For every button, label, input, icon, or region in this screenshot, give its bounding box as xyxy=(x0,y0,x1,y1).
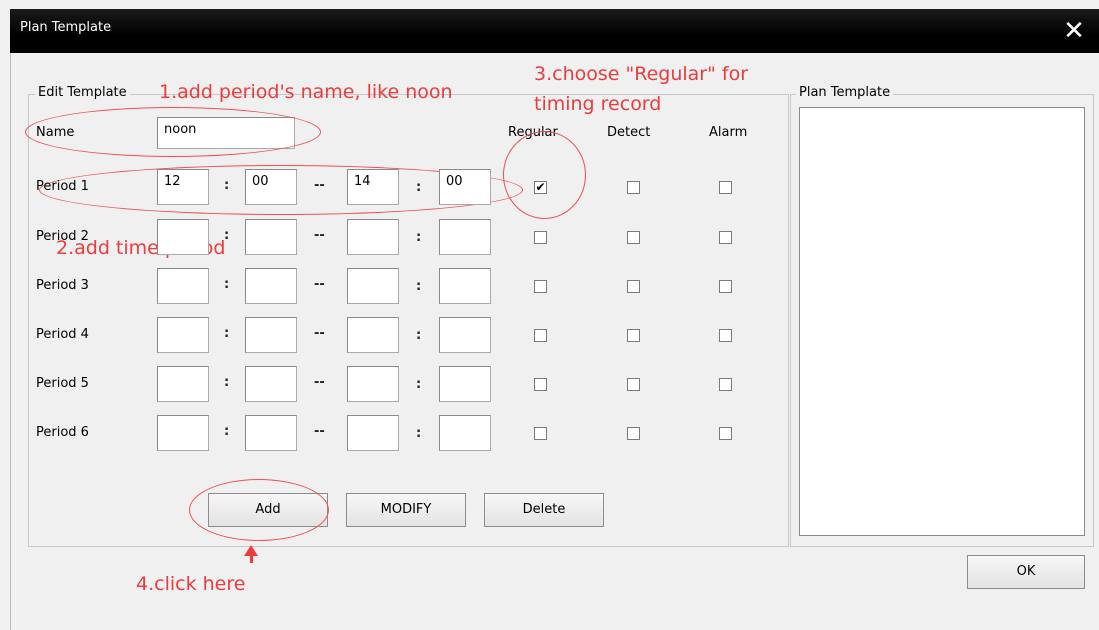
time-separator: : xyxy=(224,178,230,193)
end-minute-input[interactable] xyxy=(439,268,491,304)
detect-checkbox[interactable] xyxy=(627,329,640,342)
alarm-checkbox[interactable] xyxy=(719,329,732,342)
regular-checkbox[interactable]: ✔ xyxy=(534,181,547,194)
end-hour-input[interactable] xyxy=(347,366,399,402)
title-bar[interactable]: Plan Template ✕ xyxy=(10,9,1099,53)
time-separator: : xyxy=(224,326,230,341)
start-minute-input[interactable] xyxy=(245,219,297,255)
detect-checkbox[interactable] xyxy=(627,280,640,293)
annotation-step1: 1.add period's name, like noon xyxy=(159,81,453,103)
start-hour-input[interactable] xyxy=(157,317,209,353)
annotation-step3-line1: 3.choose "Regular" for xyxy=(534,63,749,85)
time-separator: : xyxy=(224,424,230,439)
period-label: Period 5 xyxy=(36,376,89,391)
detect-column-header: Detect xyxy=(607,125,651,140)
time-separator: : xyxy=(416,377,422,392)
modify-button[interactable]: MODIFY xyxy=(346,493,466,527)
annotation-step3-line2: timing record xyxy=(534,93,662,115)
period-label: Period 3 xyxy=(36,278,89,293)
regular-checkbox[interactable] xyxy=(534,329,547,342)
time-separator: : xyxy=(224,375,230,390)
detect-checkbox[interactable] xyxy=(627,378,640,391)
detect-checkbox[interactable] xyxy=(627,427,640,440)
end-minute-input[interactable] xyxy=(439,366,491,402)
period-label: Period 4 xyxy=(36,327,89,342)
start-hour-input[interactable] xyxy=(157,415,209,451)
time-separator: : xyxy=(416,230,422,245)
start-minute-input[interactable] xyxy=(245,268,297,304)
plan-template-legend: Plan Template xyxy=(796,85,894,100)
time-separator: : xyxy=(416,279,422,294)
start-minute-input[interactable] xyxy=(245,317,297,353)
highlight-ellipse-regular xyxy=(503,131,586,219)
start-minute-input[interactable] xyxy=(245,415,297,451)
range-separator: -- xyxy=(314,178,325,193)
range-separator: -- xyxy=(314,424,325,439)
end-minute-input[interactable] xyxy=(439,317,491,353)
period-label: Period 2 xyxy=(36,229,89,244)
detect-checkbox[interactable] xyxy=(627,231,640,244)
time-separator: : xyxy=(416,426,422,441)
time-separator: : xyxy=(224,277,230,292)
plan-template-dialog: Plan Template ✕ Edit Template Name noon … xyxy=(0,0,1099,630)
regular-checkbox[interactable] xyxy=(534,231,547,244)
time-separator: : xyxy=(416,328,422,343)
alarm-column-header: Alarm xyxy=(709,125,748,140)
plan-template-list[interactable] xyxy=(799,107,1085,536)
end-minute-input[interactable]: 00 xyxy=(439,169,491,205)
period-label: Period 1 xyxy=(36,179,89,194)
close-icon[interactable]: ✕ xyxy=(1061,18,1087,44)
range-separator: -- xyxy=(314,277,325,292)
regular-checkbox[interactable] xyxy=(534,378,547,391)
alarm-checkbox[interactable] xyxy=(719,231,732,244)
end-hour-input[interactable] xyxy=(347,415,399,451)
regular-checkbox[interactable] xyxy=(534,427,547,440)
range-separator: -- xyxy=(314,228,325,243)
period-label: Period 6 xyxy=(36,425,89,440)
ok-button[interactable]: OK xyxy=(967,555,1085,589)
time-separator: : xyxy=(224,228,230,243)
end-minute-input[interactable] xyxy=(439,415,491,451)
start-hour-input[interactable] xyxy=(157,366,209,402)
alarm-checkbox[interactable] xyxy=(719,427,732,440)
start-hour-input[interactable] xyxy=(157,268,209,304)
highlight-ellipse-add xyxy=(189,479,329,541)
end-hour-input[interactable] xyxy=(347,268,399,304)
range-separator: -- xyxy=(314,375,325,390)
alarm-checkbox[interactable] xyxy=(719,181,732,194)
delete-button[interactable]: Delete xyxy=(484,493,604,527)
edit-template-group xyxy=(28,94,789,547)
time-separator: : xyxy=(416,180,422,195)
start-hour-input[interactable]: 12 xyxy=(157,169,209,205)
alarm-checkbox[interactable] xyxy=(719,378,732,391)
annotation-step4: 4.click here xyxy=(136,573,246,595)
start-minute-input[interactable] xyxy=(245,366,297,402)
detect-checkbox[interactable] xyxy=(627,181,640,194)
start-minute-input[interactable]: 00 xyxy=(245,169,297,205)
end-hour-input[interactable] xyxy=(347,219,399,255)
end-minute-input[interactable] xyxy=(439,219,491,255)
end-hour-input[interactable] xyxy=(347,317,399,353)
start-hour-input[interactable] xyxy=(157,219,209,255)
window-title: Plan Template xyxy=(20,20,112,35)
alarm-checkbox[interactable] xyxy=(719,280,732,293)
regular-checkbox[interactable] xyxy=(534,280,547,293)
end-hour-input[interactable]: 14 xyxy=(347,169,399,205)
arrow-stem xyxy=(250,555,253,563)
edit-template-legend: Edit Template xyxy=(35,85,130,100)
dialog-body: Edit Template Name noon Regular Detect A… xyxy=(10,53,1099,630)
range-separator: -- xyxy=(314,326,325,341)
highlight-ellipse-name xyxy=(25,107,321,157)
